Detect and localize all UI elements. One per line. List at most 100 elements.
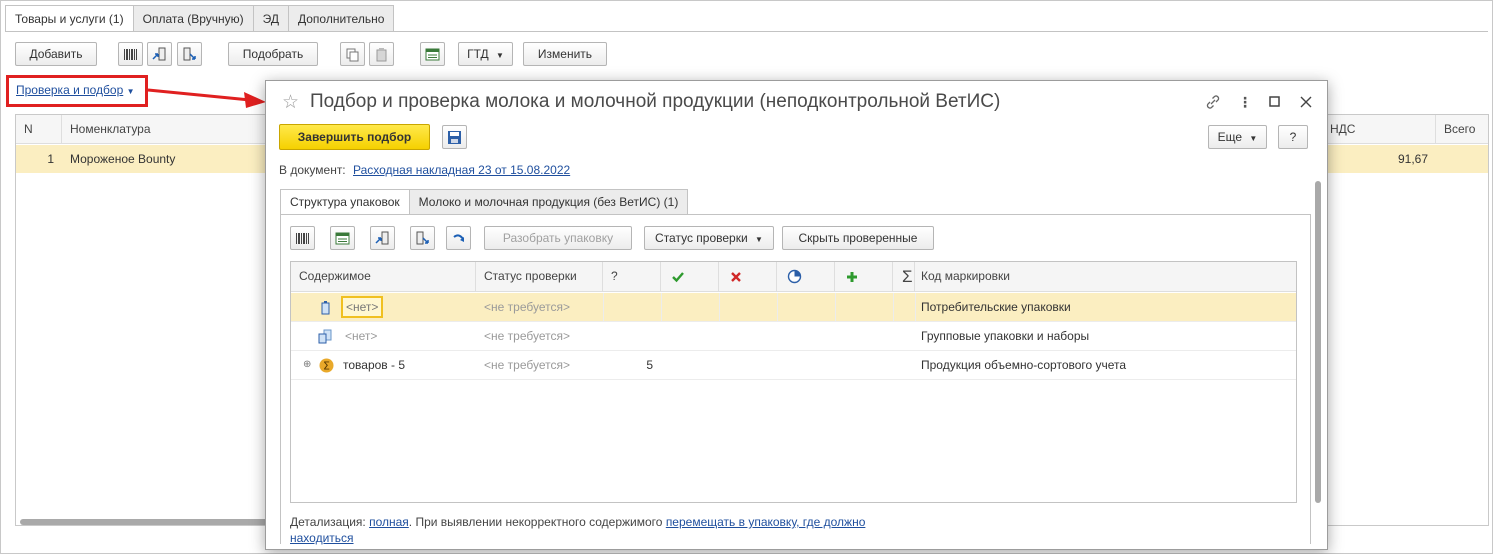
red-arrow-icon (147, 88, 266, 108)
arrow-curve-icon (453, 233, 464, 242)
status-cell: <не требуется> (484, 329, 570, 343)
document-link[interactable]: Расходная накладная 23 от 15.08.2022 (353, 163, 570, 177)
content-cell[interactable]: <нет> (341, 293, 384, 322)
group-package-icon (318, 329, 332, 344)
column-n[interactable]: N (16, 115, 62, 144)
paste-icon (376, 47, 387, 61)
floppy-disk-icon (448, 130, 461, 144)
save-button[interactable] (442, 125, 467, 149)
column-error[interactable] (719, 262, 777, 292)
finish-selection-button[interactable]: Завершить подбор (279, 124, 430, 150)
packages-table: Содержимое Статус проверки ? Σ Код марки… (290, 261, 1297, 503)
detail-text: . При выявлении некорректного содержимог… (408, 515, 663, 529)
column-total[interactable]: Всего (1436, 115, 1488, 144)
check-status-dropdown[interactable]: Статус проверки ▼ (644, 226, 774, 250)
column-checked[interactable] (661, 262, 719, 292)
column-partial[interactable] (777, 262, 835, 292)
link-icon[interactable] (1204, 93, 1222, 111)
expand-icon[interactable]: ⊕ (303, 359, 311, 370)
tsd-upload-button[interactable] (410, 226, 435, 250)
column-vat[interactable]: НДС (1322, 115, 1436, 144)
refresh-button[interactable] (446, 226, 471, 250)
highlight-box (6, 75, 148, 107)
spreadsheet-icon (335, 232, 350, 244)
status-cell: <не требуется> (484, 300, 570, 314)
more-dropdown[interactable]: Еще ▼ (1208, 125, 1267, 149)
horizontal-scrollbar[interactable] (20, 519, 270, 525)
row-vat: 91,67 (1397, 152, 1428, 166)
select-button[interactable]: Подобрать (228, 42, 318, 66)
checkmark-icon (672, 272, 684, 283)
table-row[interactable]: <нет> <не требуется> Групповые упаковки … (291, 322, 1296, 351)
column-status[interactable]: Статус проверки (476, 262, 603, 292)
scan-barcode-button[interactable] (118, 42, 143, 66)
add-button[interactable]: Добавить (15, 42, 97, 66)
copy-icon (346, 48, 359, 61)
help-button[interactable]: ? (1278, 125, 1308, 149)
content-value: <нет> (341, 296, 384, 318)
more-actions-icon[interactable]: ⋮ (1236, 93, 1254, 111)
barcode-icon (296, 232, 309, 244)
tsd-load-button[interactable] (370, 226, 395, 250)
tab-payment[interactable]: Оплата (Вручную) (133, 5, 254, 32)
dropdown-arrow-icon: ▼ (1249, 134, 1258, 143)
table-row[interactable]: <нет> <не требуется> Потребительские упа… (291, 293, 1296, 322)
copy-button[interactable] (340, 42, 365, 66)
tsd-load-button[interactable] (147, 42, 172, 66)
close-icon[interactable] (1297, 93, 1315, 111)
column-content[interactable]: Содержимое (291, 262, 476, 292)
vertical-scrollbar[interactable] (1315, 181, 1321, 503)
spreadsheet-icon (425, 48, 440, 60)
selection-dialog: ☆ Подбор и проверка молока и молочной пр… (265, 80, 1328, 550)
row-number: 1 (47, 152, 54, 166)
device-download-icon (152, 47, 166, 60)
tab-divider (5, 31, 1488, 32)
tab-package-structure[interactable]: Структура упаковок (280, 189, 410, 215)
dropdown-arrow-icon: ▼ (495, 51, 504, 60)
table-row[interactable]: ⊕ Σ товаров - 5 <не требуется> 5 Продукц… (291, 351, 1296, 380)
column-marking-code[interactable]: Код маркировки (915, 262, 1296, 292)
tsd-upload-button[interactable] (177, 42, 202, 66)
main-tabs: Товары и услуги (1) Оплата (Вручную) ЭД … (5, 5, 395, 32)
svg-text:Σ: Σ (323, 360, 330, 373)
barcode-icon (124, 48, 137, 60)
code-cell: Потребительские упаковки (921, 300, 1071, 314)
dialog-tabs: Структура упаковок Молоко и молочная про… (280, 189, 689, 215)
column-sum[interactable]: Σ (893, 262, 915, 292)
gtd-label: ГТД (467, 47, 489, 61)
question-count: 5 (646, 358, 653, 372)
device-download-icon (375, 231, 389, 244)
red-cross-icon (731, 272, 741, 282)
tab-ed[interactable]: ЭД (253, 5, 289, 32)
tab-additional[interactable]: Дополнительно (289, 5, 395, 32)
content-cell[interactable]: товаров - 5 (343, 351, 405, 380)
check-status-label: Статус проверки (655, 231, 748, 245)
excel-load-button[interactable] (420, 42, 445, 66)
dropdown-arrow-icon: ▼ (755, 235, 763, 244)
detail-link[interactable]: полная (369, 515, 409, 529)
tab-goods[interactable]: Товары и услуги (1) (5, 5, 134, 32)
device-upload-icon (183, 47, 196, 60)
code-cell: Продукция объемно-сортового учета (921, 358, 1127, 372)
status-cell: <не требуется> (484, 358, 570, 372)
gtd-dropdown[interactable]: ГТД ▼ (458, 42, 513, 66)
change-button[interactable]: Изменить (523, 42, 607, 66)
row-name: Мороженое Bounty (70, 152, 176, 166)
document-label: В документ: (279, 163, 346, 177)
content-cell[interactable]: <нет> (345, 322, 377, 351)
scan-barcode-button[interactable] (290, 226, 315, 250)
plus-icon (847, 272, 857, 282)
device-upload-icon (416, 231, 429, 244)
column-added[interactable] (835, 262, 893, 292)
sum-icon: Σ (319, 358, 334, 373)
column-question[interactable]: ? (603, 262, 661, 292)
code-cell: Групповые упаковки и наборы (921, 329, 1090, 343)
star-icon[interactable]: ☆ (282, 91, 299, 114)
paste-button[interactable] (369, 42, 394, 66)
hide-checked-button[interactable]: Скрыть проверенные (782, 226, 934, 250)
excel-load-button[interactable] (330, 226, 355, 250)
unpack-button[interactable]: Разобрать упаковку (484, 226, 632, 250)
maximize-icon[interactable] (1266, 93, 1284, 111)
tab-milk-products[interactable]: Молоко и молочная продукция (без ВетИС) … (409, 189, 689, 215)
consumer-package-icon (321, 301, 330, 315)
